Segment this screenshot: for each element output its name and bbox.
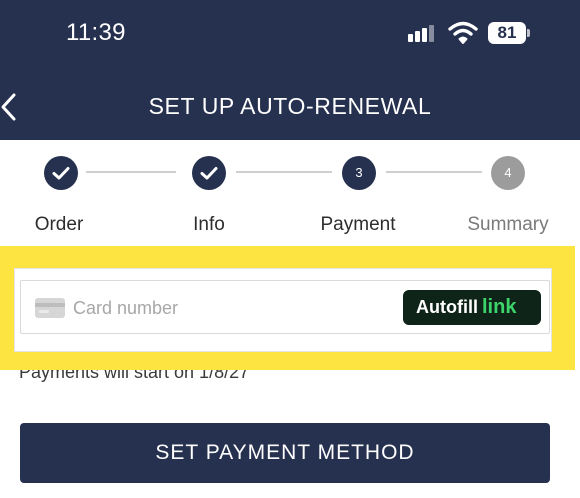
step-connector bbox=[386, 171, 482, 173]
step-order-check bbox=[44, 156, 78, 190]
step-label-payment: Payment bbox=[320, 214, 396, 235]
step-summary-number: 4 bbox=[491, 156, 525, 190]
set-payment-method-button[interactable]: SET PAYMENT METHOD bbox=[20, 423, 550, 483]
credit-card-icon bbox=[35, 298, 65, 318]
step-label-order: Order bbox=[34, 214, 84, 235]
link-logo: link bbox=[481, 296, 517, 318]
card-number-input[interactable] bbox=[73, 293, 373, 323]
step-label-summary: Summary bbox=[467, 214, 549, 235]
cellular-signal-icon bbox=[408, 20, 438, 48]
app-header: 11:39 81 SET UP AUTO-RENEWAL bbox=[0, 0, 580, 140]
step-connector bbox=[86, 171, 176, 173]
autofill-label: Autofill bbox=[416, 297, 478, 317]
battery-level: 81 bbox=[488, 22, 526, 44]
step-info-check bbox=[192, 156, 226, 190]
status-time: 11:39 bbox=[66, 19, 126, 46]
card-number-field[interactable]: Autofilllink bbox=[20, 280, 550, 334]
progress-stepper: 3 4 Order Info Payment Summary bbox=[0, 140, 580, 250]
status-icons: 81 bbox=[408, 20, 538, 48]
wifi-icon bbox=[448, 20, 478, 48]
autofill-link-button[interactable]: Autofill link bbox=[403, 290, 541, 325]
battery-icon: 81 bbox=[488, 22, 530, 44]
step-label-info: Info bbox=[193, 214, 225, 235]
check-icon bbox=[52, 167, 70, 180]
check-icon bbox=[200, 167, 218, 180]
page-title: SET UP AUTO-RENEWAL bbox=[148, 93, 432, 119]
step-payment-number: 3 bbox=[342, 156, 376, 190]
step-connector bbox=[236, 171, 332, 173]
